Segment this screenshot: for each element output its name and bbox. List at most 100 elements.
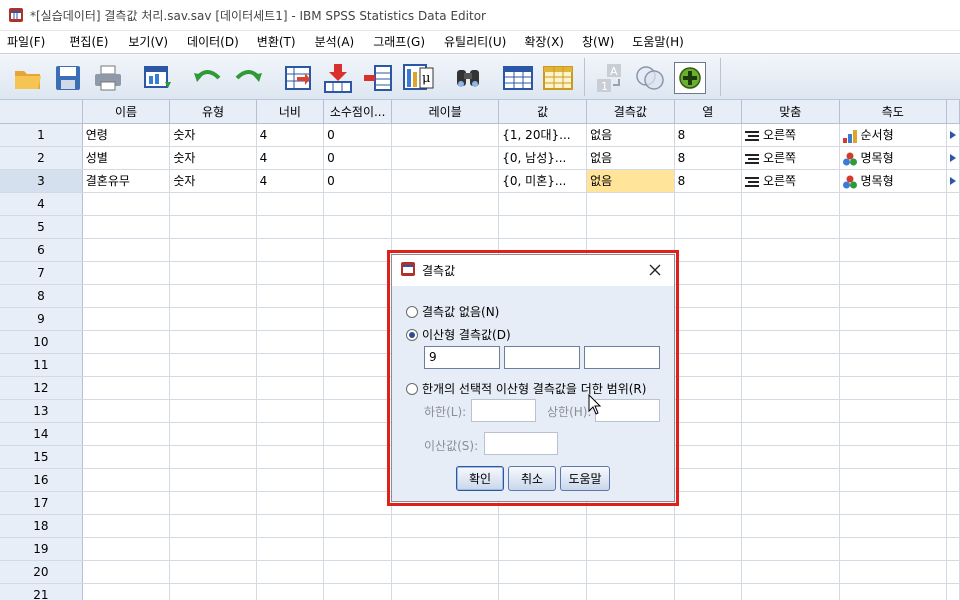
cell-align[interactable]: 오른쪽 bbox=[741, 146, 840, 170]
row-number[interactable]: 13 bbox=[0, 399, 83, 423]
radio-discrete-missing[interactable]: 이산형 결측값(D) bbox=[406, 326, 511, 343]
range-discrete-input[interactable] bbox=[484, 432, 558, 455]
empty-cell[interactable] bbox=[839, 215, 947, 239]
empty-cell[interactable] bbox=[323, 560, 393, 584]
empty-cell[interactable] bbox=[586, 192, 675, 216]
empty-cell[interactable] bbox=[674, 215, 742, 239]
empty-cell[interactable] bbox=[169, 353, 257, 377]
row-number[interactable]: 8 bbox=[0, 284, 83, 308]
empty-cell[interactable] bbox=[674, 583, 742, 600]
variables-icon[interactable]: μ bbox=[402, 62, 434, 94]
empty-cell[interactable] bbox=[674, 192, 742, 216]
empty-cell[interactable] bbox=[323, 399, 393, 423]
empty-cell[interactable] bbox=[839, 238, 947, 262]
empty-cell[interactable] bbox=[82, 353, 171, 377]
cell-values[interactable]: {0, 남성}... bbox=[498, 146, 588, 170]
cell-type[interactable]: 숫자 bbox=[169, 146, 257, 170]
empty-cell[interactable] bbox=[498, 560, 588, 584]
empty-cell[interactable] bbox=[839, 514, 947, 538]
row-number[interactable]: 15 bbox=[0, 445, 83, 469]
cell-measure[interactable]: 명목형 bbox=[839, 146, 947, 170]
empty-cell[interactable] bbox=[674, 353, 742, 377]
empty-cell[interactable] bbox=[741, 537, 840, 561]
empty-cell[interactable] bbox=[169, 491, 257, 515]
empty-cell[interactable] bbox=[82, 284, 171, 308]
empty-cell[interactable] bbox=[391, 583, 500, 600]
row-number[interactable]: 18 bbox=[0, 514, 83, 538]
cell-values[interactable]: {1, 20대}... bbox=[498, 123, 588, 147]
empty-cell[interactable] bbox=[323, 537, 393, 561]
empty-cell[interactable] bbox=[256, 238, 325, 262]
split-file-icon[interactable] bbox=[502, 62, 534, 94]
row-number[interactable]: 11 bbox=[0, 353, 83, 377]
empty-cell[interactable] bbox=[256, 537, 325, 561]
row-number[interactable]: 7 bbox=[0, 261, 83, 285]
menu-item-3[interactable]: 데이터(D) bbox=[182, 31, 244, 53]
empty-cell[interactable] bbox=[839, 307, 947, 331]
cell-width[interactable]: 4 bbox=[256, 169, 325, 193]
empty-cell[interactable] bbox=[169, 445, 257, 469]
empty-cell[interactable] bbox=[323, 261, 393, 285]
row-number[interactable]: 12 bbox=[0, 376, 83, 400]
empty-cell[interactable] bbox=[674, 330, 742, 354]
empty-cell[interactable] bbox=[839, 284, 947, 308]
empty-cell[interactable] bbox=[674, 537, 742, 561]
row-number[interactable]: 10 bbox=[0, 330, 83, 354]
empty-cell[interactable] bbox=[323, 491, 393, 515]
empty-cell[interactable] bbox=[586, 583, 675, 600]
undo-icon[interactable] bbox=[192, 62, 224, 94]
discrete-value-1[interactable]: 9 bbox=[424, 346, 500, 369]
insert-cases-icon[interactable] bbox=[322, 62, 354, 94]
empty-cell[interactable] bbox=[586, 560, 675, 584]
empty-cell[interactable] bbox=[839, 445, 947, 469]
empty-cell[interactable] bbox=[741, 192, 840, 216]
empty-cell[interactable] bbox=[741, 583, 840, 600]
empty-cell[interactable] bbox=[674, 284, 742, 308]
column-header[interactable]: 소수점이... bbox=[323, 100, 393, 124]
column-header[interactable]: 레이블 bbox=[391, 100, 500, 124]
empty-cell[interactable] bbox=[839, 192, 947, 216]
empty-cell[interactable] bbox=[169, 238, 257, 262]
range-high-input[interactable] bbox=[595, 399, 660, 422]
column-header[interactable]: 유형 bbox=[169, 100, 257, 124]
discrete-value-2[interactable] bbox=[504, 346, 580, 369]
empty-cell[interactable] bbox=[741, 560, 840, 584]
empty-cell[interactable] bbox=[498, 537, 588, 561]
dialog-recall-icon[interactable] bbox=[142, 62, 174, 94]
cell-name[interactable]: 연령 bbox=[82, 123, 171, 147]
menu-item-4[interactable]: 변환(T) bbox=[252, 31, 301, 53]
cell-decimals[interactable]: 0 bbox=[323, 146, 393, 170]
empty-cell[interactable] bbox=[839, 537, 947, 561]
empty-cell[interactable] bbox=[169, 514, 257, 538]
menu-item-7[interactable]: 유틸리티(U) bbox=[439, 31, 511, 53]
empty-cell[interactable] bbox=[256, 330, 325, 354]
cell-measure[interactable]: 명목형 bbox=[839, 169, 947, 193]
menu-item-2[interactable]: 보기(V) bbox=[123, 31, 173, 53]
cell-name[interactable]: 성별 bbox=[82, 146, 171, 170]
empty-cell[interactable] bbox=[323, 330, 393, 354]
empty-cell[interactable] bbox=[169, 330, 257, 354]
empty-cell[interactable] bbox=[674, 514, 742, 538]
empty-cell[interactable] bbox=[839, 353, 947, 377]
empty-cell[interactable] bbox=[82, 330, 171, 354]
empty-cell[interactable] bbox=[741, 399, 840, 423]
empty-cell[interactable] bbox=[169, 468, 257, 492]
empty-cell[interactable] bbox=[82, 583, 171, 600]
empty-cell[interactable] bbox=[498, 583, 588, 600]
row-number[interactable]: 3 bbox=[0, 169, 83, 193]
empty-cell[interactable] bbox=[391, 215, 500, 239]
empty-cell[interactable] bbox=[391, 537, 500, 561]
empty-cell[interactable] bbox=[256, 491, 325, 515]
menu-item-6[interactable]: 그래프(G) bbox=[368, 31, 430, 53]
empty-cell[interactable] bbox=[82, 307, 171, 331]
weight-cases-icon[interactable] bbox=[542, 62, 574, 94]
empty-cell[interactable] bbox=[741, 491, 840, 515]
menu-item-5[interactable]: 분석(A) bbox=[310, 31, 360, 53]
empty-cell[interactable] bbox=[169, 192, 257, 216]
empty-cell[interactable] bbox=[839, 376, 947, 400]
empty-cell[interactable] bbox=[323, 215, 393, 239]
ok-button[interactable]: 확인 bbox=[456, 466, 504, 491]
empty-cell[interactable] bbox=[839, 583, 947, 600]
empty-cell[interactable] bbox=[256, 445, 325, 469]
empty-cell[interactable] bbox=[169, 215, 257, 239]
